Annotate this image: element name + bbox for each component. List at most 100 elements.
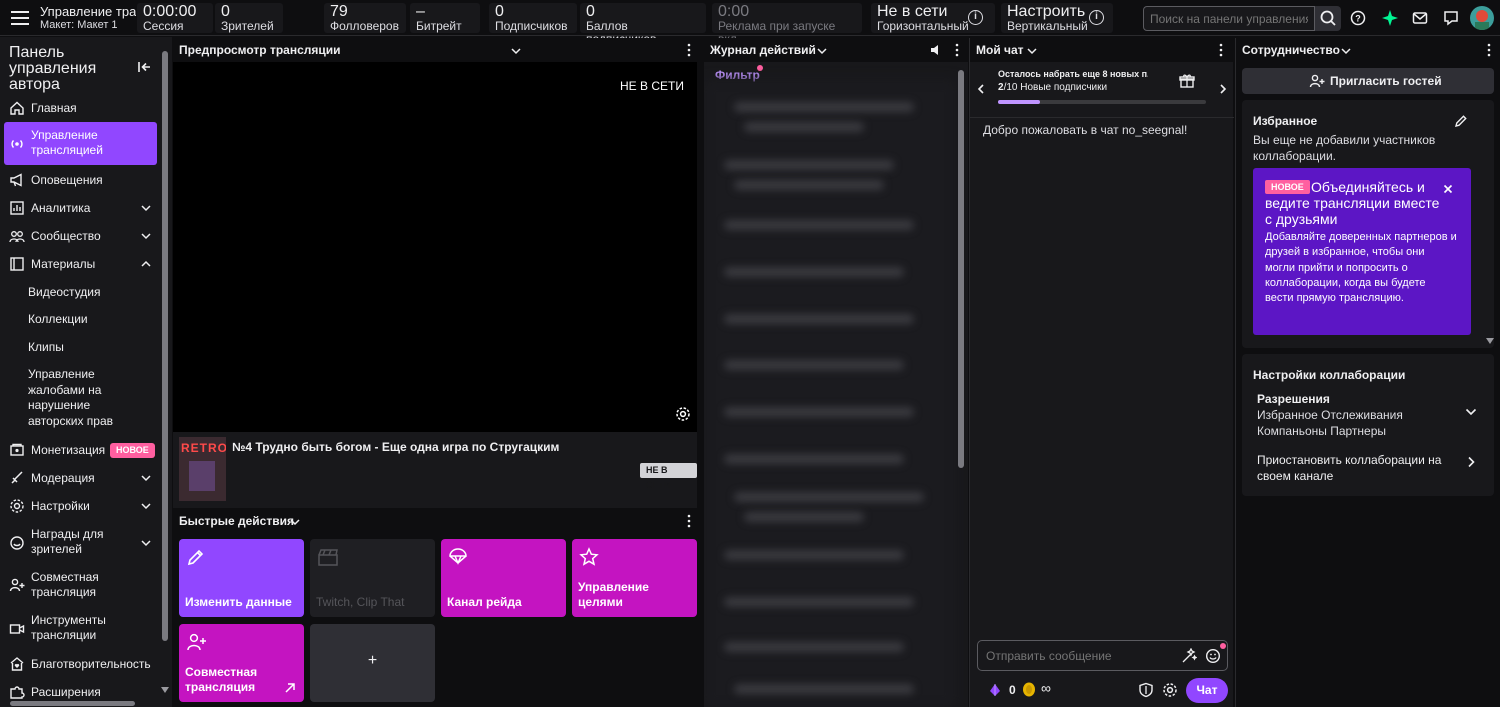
pencil-icon[interactable]: [1454, 114, 1468, 128]
chat-input[interactable]: [978, 641, 1173, 670]
search-input[interactable]: [1143, 6, 1315, 31]
sidebar-item-extensions[interactable]: Расширения: [4, 683, 157, 701]
video-player[interactable]: НЕ В СЕТИ: [173, 62, 697, 432]
sidebar-item-label: Управление трансляцией: [31, 128, 103, 157]
magic-wand-icon[interactable]: [1181, 648, 1197, 664]
clip-that-tile[interactable]: Twitch, Clip That: [310, 539, 435, 617]
layout-label: Макет: Макет 1: [40, 19, 118, 31]
quick-actions-title[interactable]: Быстрые действия: [179, 509, 294, 533]
sidebar-item-charity[interactable]: Благотворительность: [4, 655, 157, 673]
more-options-icon[interactable]: [683, 43, 695, 57]
collab-title[interactable]: Сотрудничество: [1242, 38, 1340, 62]
emote-notification-dot: [1220, 643, 1226, 649]
panel-divider: [697, 37, 704, 707]
emote-icon[interactable]: [1205, 648, 1221, 664]
stat-ads[interactable]: 0:00Реклама при запуске вкл.: [712, 3, 862, 46]
collab-settings-card: Настройки коллаборации Разрешения Избран…: [1242, 354, 1494, 496]
chevron-down-icon[interactable]: [1341, 46, 1351, 56]
more-options-icon[interactable]: [951, 43, 963, 57]
collab-stream-tile[interactable]: Совместная трансляция: [179, 624, 304, 702]
chevron-down-icon[interactable]: [290, 517, 300, 527]
help-icon[interactable]: ?: [1350, 10, 1366, 26]
pause-collab-label: Приостановить коллаборации на своем кана…: [1257, 453, 1442, 483]
chevron-left-icon[interactable]: [976, 84, 986, 94]
chevron-down-icon[interactable]: [817, 46, 827, 56]
sidebar-item-home[interactable]: Главная: [4, 99, 157, 117]
sidebar-subitem-copyright[interactable]: Управление жалобами на нарушение авторск…: [28, 367, 128, 429]
sidebar-item-label: Оповещения: [31, 173, 103, 187]
gear-icon[interactable]: [1162, 682, 1178, 698]
speaker-icon[interactable]: [930, 44, 942, 56]
sidebar-item-monetization[interactable]: Монетизация НОВОЕ: [4, 441, 157, 459]
invite-guests-button[interactable]: Пригласить гостей: [1242, 68, 1494, 94]
sidebar-subitem-collections[interactable]: Коллекции: [28, 312, 158, 328]
sidebar-item-stream-tools[interactable]: Инструменты трансляции: [4, 612, 157, 645]
menu-icon[interactable]: [10, 9, 30, 27]
quick-actions-body: Изменить данные Twitch, Clip That Канал …: [173, 533, 697, 707]
stream-thumbnail[interactable]: RETRO: [179, 437, 226, 501]
sidebar-item-viewer-rewards[interactable]: Награды для зрителей: [4, 526, 157, 559]
activity-header: Журнал действий: [704, 38, 968, 62]
sidebar-hscrollbar[interactable]: [10, 701, 135, 706]
gear-icon[interactable]: [675, 406, 691, 422]
invite-guests-label: Пригласить гостей: [1330, 74, 1442, 88]
chevron-right-icon[interactable]: [1218, 84, 1228, 94]
channel-points-icon[interactable]: [1022, 682, 1036, 697]
raid-channel-tile[interactable]: Канал рейда: [441, 539, 566, 617]
info-icon[interactable]: i: [1089, 10, 1104, 25]
sidebar-subitem-video-studio[interactable]: Видеостудия: [28, 285, 158, 301]
stat-viewers: 0 Зрителей: [215, 3, 283, 33]
avatar[interactable]: [1470, 6, 1494, 30]
sidebar-item-stream-manager[interactable]: Управление трансляцией: [4, 122, 157, 165]
preview-title[interactable]: Предпросмотр трансляции: [179, 38, 341, 62]
chat-panel: Осталось набрать еще 8 новых п... 2/10 Н…: [969, 62, 1234, 707]
bits-icon[interactable]: [988, 683, 1002, 697]
chevron-down-icon[interactable]: [161, 687, 169, 693]
shield-icon[interactable]: [1138, 682, 1154, 698]
close-icon[interactable]: [1443, 184, 1453, 194]
chat-send-button[interactable]: Чат: [1186, 678, 1228, 703]
more-options-icon[interactable]: [1483, 43, 1495, 57]
sidebar-item-settings[interactable]: Настройки: [4, 497, 157, 515]
external-arrow-icon: [285, 683, 295, 693]
sidebar-item-alerts[interactable]: Оповещения: [4, 171, 157, 189]
chevron-down-icon[interactable]: [1027, 46, 1037, 56]
sidebar-scrollbar[interactable]: [162, 51, 168, 641]
more-options-icon[interactable]: [683, 514, 695, 528]
whispers-icon[interactable]: [1443, 10, 1459, 26]
stat-subscribers: 0 Подписчиков: [489, 3, 577, 33]
more-options-icon[interactable]: [1215, 43, 1227, 57]
inbox-icon[interactable]: [1412, 10, 1428, 26]
goal-progress-track: [998, 100, 1206, 104]
chat-input-box[interactable]: [977, 640, 1228, 671]
pause-collab-row[interactable]: Приостановить коллаборации на своем кана…: [1242, 448, 1494, 484]
sidebar-item-community[interactable]: Сообщество: [4, 227, 157, 245]
activity-title[interactable]: Журнал действий: [710, 38, 816, 62]
search-icon: [1320, 10, 1336, 26]
sidebar-item-content[interactable]: Материалы: [4, 255, 157, 273]
add-user-icon: [9, 578, 25, 592]
puzzle-icon: [10, 686, 25, 699]
sidebar-item-analytics[interactable]: Аналитика: [4, 199, 157, 217]
edit-info-tile[interactable]: Изменить данные: [179, 539, 304, 617]
stream-info: RETRO №4 Трудно быть богом - Еще одна иг…: [173, 432, 697, 508]
add-action-tile[interactable]: +: [310, 624, 435, 702]
manage-goals-tile[interactable]: Управление целями: [572, 539, 697, 617]
chevron-down-icon[interactable]: [511, 46, 521, 56]
sparkle-icon[interactable]: [1381, 9, 1399, 27]
app-title-block: Управление транс Макет: Макет 1: [40, 4, 136, 32]
chat-title[interactable]: Мой чат: [976, 38, 1024, 62]
feed-blur-overlay: [704, 80, 956, 707]
sidebar-subitem-clips[interactable]: Клипы: [28, 340, 158, 356]
permissions-row[interactable]: Разрешения Избранное Отслеживания Компан…: [1242, 388, 1494, 438]
sidebar-item-moderation[interactable]: Модерация: [4, 469, 157, 487]
collapse-sidebar-icon[interactable]: [136, 59, 154, 75]
chevron-right-icon: [1468, 456, 1475, 468]
activity-scrollbar[interactable]: [958, 70, 964, 468]
info-icon[interactable]: i: [968, 10, 983, 25]
gift-icon[interactable]: [1179, 73, 1195, 89]
promo-body: Добавляйте доверенных партнеров и друзей…: [1265, 231, 1457, 305]
sidebar-item-collab-stream[interactable]: Совместная трансляция: [4, 569, 157, 602]
search-button[interactable]: [1315, 6, 1341, 31]
favorites-scrollbar[interactable]: [1486, 338, 1494, 344]
